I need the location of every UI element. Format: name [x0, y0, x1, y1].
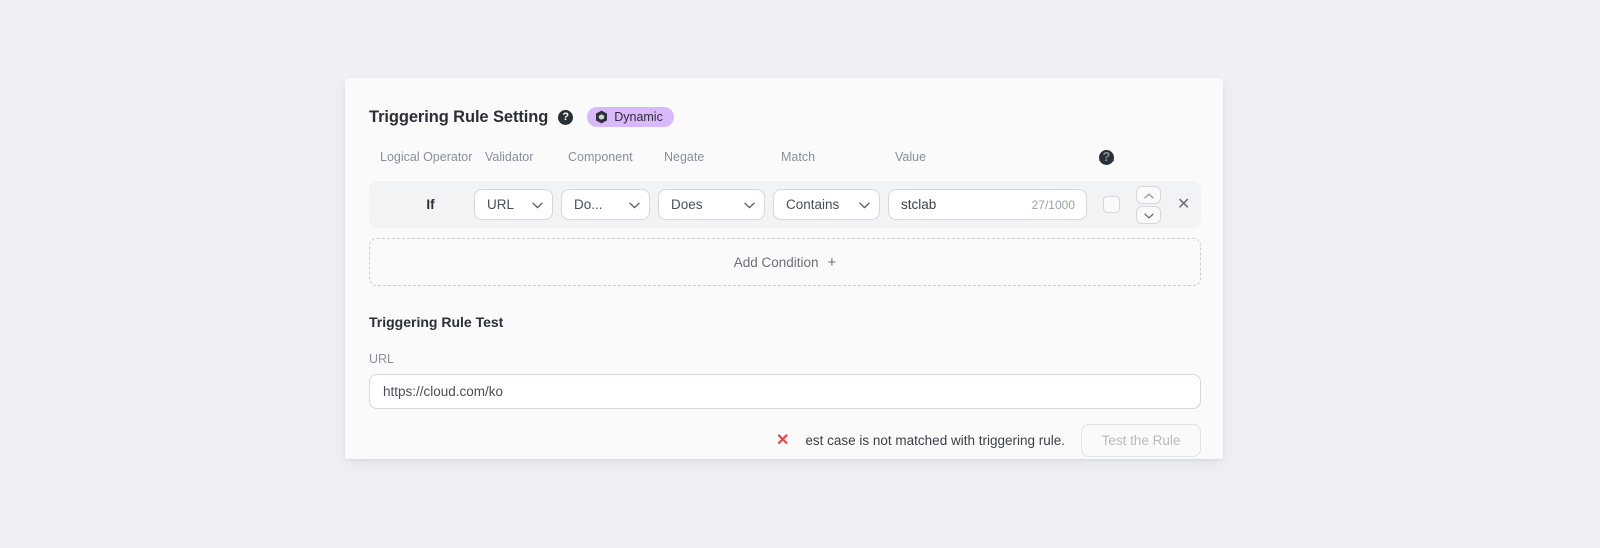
status-badge: Dynamic [587, 107, 674, 127]
move-up-button[interactable] [1136, 185, 1161, 204]
chevron-down-icon [744, 197, 755, 212]
move-down-button[interactable] [1136, 205, 1161, 224]
plus-icon: + [827, 253, 837, 271]
triggering-rule-card: Triggering Rule Setting ? Dynamic Logica… [345, 78, 1223, 459]
test-url-input[interactable]: https://cloud.com/ko [369, 374, 1201, 409]
test-url-input-text: https://cloud.com/ko [383, 384, 504, 399]
condition-column-headers: Logical Operator Validator Component Neg… [369, 150, 1199, 172]
chevron-down-icon [629, 197, 640, 212]
url-field-label: URL [369, 352, 395, 366]
value-character-counter: 27/1000 [1031, 197, 1075, 212]
status-badge-label: Dynamic [614, 110, 663, 124]
page-title: Triggering Rule Setting [369, 107, 549, 126]
logical-operator-label: If [426, 197, 435, 212]
match-select[interactable]: Contains [773, 189, 880, 220]
negate-select[interactable]: Does [658, 189, 765, 220]
column-header-logical-operator: Logical Operator [380, 150, 473, 164]
value-input[interactable]: stclab 27/1000 [888, 189, 1087, 220]
help-circle-icon[interactable]: ? [558, 109, 574, 125]
negate-select-value: Does [671, 197, 703, 212]
column-header-validator: Validator [485, 150, 534, 164]
card-header: Triggering Rule Setting ? Dynamic [369, 104, 1199, 130]
case-sensitive-checkbox[interactable] [1103, 196, 1120, 213]
test-result-message: est case is not matched with triggering … [805, 433, 1065, 448]
validator-select-value: URL [487, 197, 515, 212]
validator-select[interactable]: URL [474, 189, 553, 220]
column-header-component: Component [568, 150, 633, 164]
component-select-value: Do... [574, 197, 603, 212]
remove-condition-button[interactable]: ✕ [1177, 196, 1190, 213]
chevron-down-icon [1143, 206, 1154, 224]
chevron-up-icon [1143, 186, 1154, 204]
test-the-rule-button-label: Test the Rule [1101, 433, 1181, 448]
match-select-value: Contains [786, 197, 840, 212]
test-result-row: ✕ est case is not matched with triggerin… [369, 424, 1201, 457]
chevron-down-icon [532, 197, 543, 212]
column-header-negate: Negate [664, 150, 705, 164]
hexagon-icon [595, 110, 608, 124]
reorder-stepper [1136, 185, 1161, 224]
test-the-rule-button[interactable]: Test the Rule [1081, 424, 1201, 457]
case-sensitivity-help-icon[interactable]: ? [1099, 150, 1114, 165]
value-input-text: stclab [901, 197, 937, 212]
component-select[interactable]: Do... [561, 189, 650, 220]
column-header-value: Value [895, 150, 927, 164]
chevron-down-icon [859, 197, 870, 212]
add-condition-label: Add Condition [733, 254, 819, 270]
column-header-match: Match [781, 150, 816, 164]
condition-row: If URL Do... Does Contains stclab 27/100… [369, 181, 1201, 228]
error-x-icon: ✕ [775, 431, 790, 449]
test-section-title: Triggering Rule Test [369, 314, 504, 330]
add-condition-button[interactable]: Add Condition + [369, 238, 1201, 286]
